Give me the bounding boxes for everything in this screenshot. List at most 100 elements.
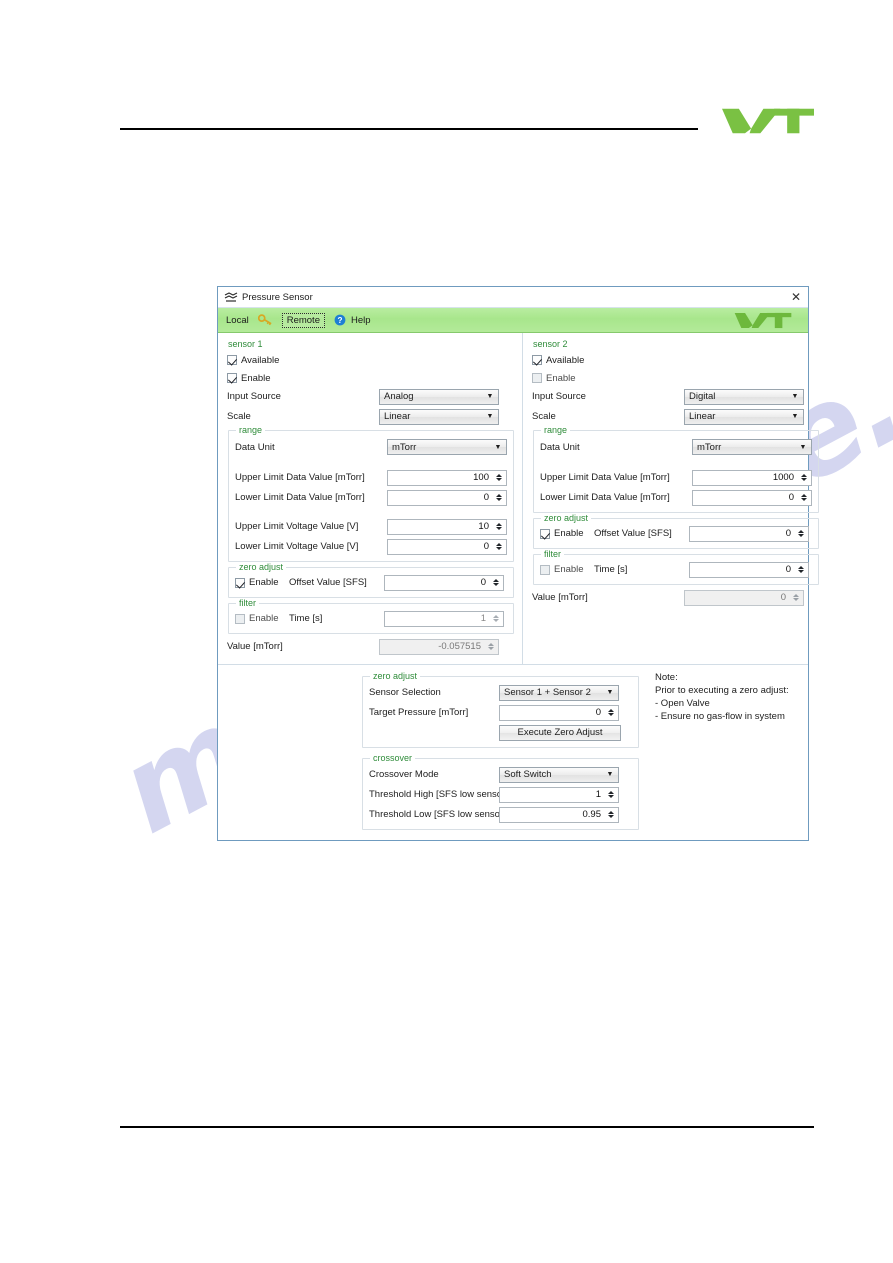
toolbar-help-button[interactable]: Help	[351, 315, 371, 326]
chevron-down-icon: ▼	[494, 443, 502, 451]
sensor-1-data-unit-value: mTorr	[392, 441, 417, 453]
crossover-legend: crossover	[370, 753, 416, 763]
sensor-2-offset-input[interactable]: 0	[689, 525, 809, 542]
page-header-rule	[120, 128, 698, 130]
page-footer-rule	[120, 1126, 814, 1128]
sensor-1-lower-data-label: Lower Limit Data Value [mTorr]	[235, 492, 365, 503]
sensor-1-enable-label: Enable	[241, 372, 271, 384]
sensor-2-zero-adjust-enable-checkbox[interactable]	[540, 528, 550, 539]
sensor-2-available-checkbox[interactable]	[532, 355, 542, 365]
target-pressure-row: Target Pressure [mTorr] 0	[369, 704, 632, 721]
threshold-high-value: 1	[595, 789, 601, 800]
sensor-1-enable-row[interactable]: Enable	[227, 370, 514, 386]
sensor-1-zero-adjust-enable-checkbox[interactable]	[235, 577, 245, 588]
sensor-2-enable-row[interactable]: Enable	[532, 370, 819, 386]
sensor-2-lower-data-input[interactable]: 0	[692, 489, 812, 506]
sensor-1-upper-voltage-input[interactable]: 10	[387, 518, 507, 535]
vat-logo-toolbar	[724, 312, 802, 329]
crossover-mode-select[interactable]: Soft Switch ▼	[499, 766, 619, 783]
sensor-2-zero-adjust-enable-label: Enable	[554, 528, 584, 539]
sensor-2-filter-enable-checkbox[interactable]	[540, 564, 550, 575]
note-line-2: Prior to executing a zero adjust:	[655, 685, 789, 696]
sensor-2-enable-checkbox[interactable]	[532, 373, 542, 383]
sensor-2-filter-enable-label: Enable	[554, 564, 584, 575]
sensor-1-scale-row: Scale Linear ▼	[227, 408, 514, 425]
sensor-2-upper-data-row: Upper Limit Data Value [mTorr] 1000	[540, 469, 812, 486]
sensor-1-value-value: -0.057515	[438, 641, 481, 652]
sensor-2-input-source-row: Input Source Digital ▼	[532, 388, 819, 405]
sensor-2-scale-select[interactable]: Linear ▼	[684, 408, 804, 425]
spinner-buttons[interactable]	[795, 563, 808, 577]
sensor-1-available-checkbox[interactable]	[227, 355, 237, 365]
toolbar-remote-button[interactable]: Remote	[281, 312, 325, 328]
note-block: Note: Prior to executing a zero adjust: …	[655, 671, 789, 723]
sensor-2-input-source-value: Digital	[689, 391, 716, 402]
sensor-1-scale-select[interactable]: Linear ▼	[379, 408, 499, 425]
sensor-1-available-row[interactable]: Available	[227, 352, 514, 368]
sensor-2-value-row: Value [mTorr] 0	[532, 589, 819, 606]
key-icon[interactable]	[257, 313, 273, 327]
spinner-buttons[interactable]	[605, 706, 618, 720]
sensor-1-upper-data-input[interactable]: 100	[387, 469, 507, 486]
spinner-buttons[interactable]	[490, 576, 503, 590]
threshold-high-input[interactable]: 1	[499, 786, 619, 803]
target-pressure-input[interactable]: 0	[499, 704, 619, 721]
sensor-1-upper-voltage-label: Upper Limit Voltage Value [V]	[235, 521, 359, 532]
sensor-1-input-source-select[interactable]: Analog ▼	[379, 388, 499, 405]
sensor-selection-select[interactable]: Sensor 1 + Sensor 2 ▼	[499, 684, 619, 701]
sensor-2-upper-data-input[interactable]: 1000	[692, 469, 812, 486]
sensor-1-filter-enable-checkbox[interactable]	[235, 613, 245, 624]
sensor-1-lower-data-value: 0	[483, 492, 489, 503]
target-pressure-value: 0	[595, 707, 601, 718]
spinner-buttons[interactable]	[493, 491, 506, 505]
bottom-section: zero adjust Sensor Selection Sensor 1 + …	[218, 664, 808, 840]
spinner-buttons[interactable]	[493, 471, 506, 485]
toolbar-local-button[interactable]: Local	[226, 315, 249, 326]
dialog-title: Pressure Sensor	[242, 291, 313, 303]
chevron-down-icon: ▼	[791, 393, 799, 400]
bottom-forms: zero adjust Sensor Selection Sensor 1 + …	[361, 671, 639, 832]
sensor-2-offset-label: Offset Value [SFS]	[594, 528, 672, 539]
sensor-1-upper-data-value: 100	[473, 472, 489, 483]
spinner-buttons[interactable]	[490, 612, 503, 626]
execute-zero-adjust-button[interactable]: Execute Zero Adjust	[499, 724, 621, 741]
sensor-1-value-label: Value [mTorr]	[227, 641, 283, 652]
sensor-1-filter-time-input[interactable]: 1	[384, 610, 504, 627]
sensor-2-input-source-select[interactable]: Digital ▼	[684, 388, 804, 405]
sensor-1-filter-group: filter Enable Time [s] 1	[228, 598, 514, 634]
sensor-2-filter-time-input[interactable]: 0	[689, 561, 809, 578]
threshold-low-value: 0.95	[582, 809, 602, 820]
sensor-1-available-label: Available	[241, 354, 280, 366]
sensor-2-range-group: range Data Unit mTorr ▼ Upper Limit Data…	[533, 425, 819, 513]
threshold-low-input[interactable]: 0.95	[499, 806, 619, 823]
sensor-1-enable-checkbox[interactable]	[227, 373, 237, 383]
sensor-2-lower-data-label: Lower Limit Data Value [mTorr]	[540, 492, 670, 503]
spinner-buttons[interactable]	[798, 471, 811, 485]
sensor-2-filter-time-value: 0	[785, 564, 791, 575]
threshold-high-row: Threshold High [SFS low sensor] 1	[369, 786, 632, 803]
spinner-buttons[interactable]	[605, 808, 618, 822]
target-pressure-label: Target Pressure [mTorr]	[369, 707, 469, 718]
sensor-1-offset-input[interactable]: 0	[384, 574, 504, 591]
spinner-buttons[interactable]	[795, 527, 808, 541]
close-icon[interactable]: ✕	[788, 289, 804, 305]
spinner-buttons[interactable]	[493, 540, 506, 554]
sensor-2-data-unit-select[interactable]: mTorr ▼	[692, 439, 812, 455]
sensor-2-available-row[interactable]: Available	[532, 352, 819, 368]
chevron-down-icon: ▼	[791, 413, 799, 420]
spinner-buttons[interactable]	[605, 788, 618, 802]
vat-logo-page	[722, 107, 814, 135]
sensor-2-filter-group: filter Enable Time [s] 0	[533, 549, 819, 585]
sensor-1-upper-data-label: Upper Limit Data Value [mTorr]	[235, 472, 365, 483]
sensor-1-filter-enable-label: Enable	[249, 613, 279, 624]
spinner-buttons[interactable]	[798, 491, 811, 505]
spinner-buttons[interactable]	[493, 520, 506, 534]
sensor-2-available-label: Available	[546, 354, 585, 366]
sensor-2-filter-row: Enable Time [s] 0	[540, 561, 812, 578]
sensor-1-lower-data-input[interactable]: 0	[387, 489, 507, 506]
svg-text:?: ?	[338, 316, 343, 325]
sensor-1-lower-voltage-input[interactable]: 0	[387, 538, 507, 555]
sensor-1-data-unit-select[interactable]: mTorr ▼	[387, 439, 507, 455]
help-icon[interactable]: ?	[334, 314, 346, 326]
sensor-selection-value: Sensor 1 + Sensor 2	[504, 687, 591, 698]
